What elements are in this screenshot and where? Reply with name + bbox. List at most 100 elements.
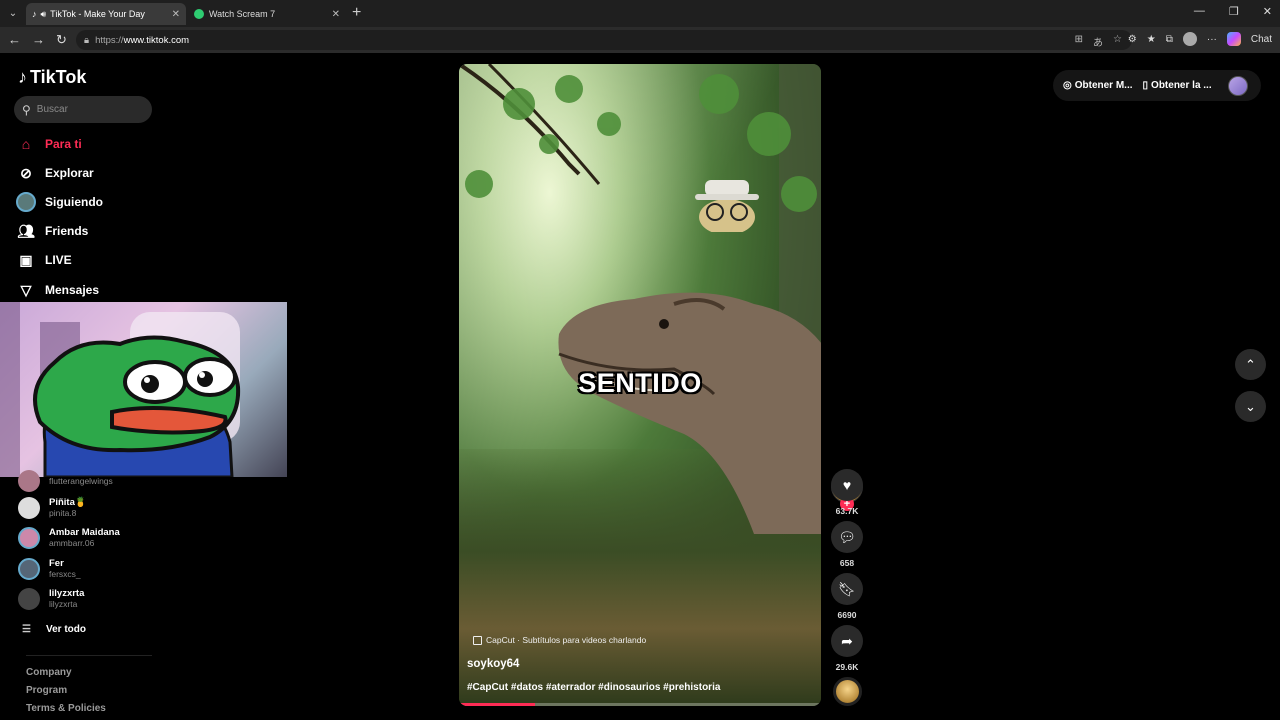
search-input[interactable]: ⚲ Buscar: [14, 96, 152, 123]
nav-para-ti[interactable]: ⌂ Para ti: [16, 133, 166, 155]
like-count: 63.7K: [835, 506, 859, 516]
url-input[interactable]: 🔒︎ https://www.tiktok.com: [76, 30, 1132, 50]
following-item[interactable]: Piñita🍍 pinita.8: [18, 497, 168, 519]
chat-label[interactable]: Chat: [1251, 34, 1272, 45]
browser-tab-bar: ⌄ ♪ 🔊︎ TikTok - Make Your Day ✕ Watch Sc…: [0, 0, 1280, 27]
video-caption-overlay: SENTIDO: [578, 368, 702, 398]
save-button[interactable]: 🔖︎: [831, 573, 863, 605]
nav-siguiendo[interactable]: Siguiendo: [16, 191, 166, 213]
nav-label: Siguiendo: [45, 195, 103, 209]
footer-link-program[interactable]: Program: [26, 685, 67, 696]
music-disc[interactable]: [833, 677, 862, 706]
tab-tiktok[interactable]: ♪ 🔊︎ TikTok - Make Your Day ✕: [26, 3, 186, 25]
nav-label: LIVE: [45, 253, 72, 267]
avatar: [18, 470, 40, 492]
following-username: pinita.8: [49, 508, 77, 518]
tiktok-favicon-icon: ♪: [32, 9, 37, 19]
home-icon: ⌂: [21, 136, 31, 152]
user-avatar[interactable]: [1227, 75, 1248, 96]
speaker-icon[interactable]: 🔊︎: [41, 9, 47, 20]
copilot-icon[interactable]: [1226, 32, 1241, 46]
collections-icon[interactable]: ⧉: [1166, 34, 1173, 45]
like-button[interactable]: ♥: [831, 469, 863, 501]
get-app-button[interactable]: ▯ Obtener la ...: [1143, 80, 1212, 91]
refresh-icon[interactable]: ↻: [56, 32, 67, 48]
avatar: [18, 558, 40, 580]
video-player[interactable]: SENTIDO CapCut · Subtítulos para videos …: [459, 64, 821, 706]
save-count: 6690: [837, 610, 857, 620]
following-item[interactable]: flutterangelwings: [18, 470, 168, 492]
following-name: Fer: [49, 558, 64, 569]
following-item[interactable]: Ambar Maidana ammbarr.06: [18, 527, 168, 549]
video-progress-bar[interactable]: [459, 703, 821, 706]
new-tab-button[interactable]: +: [352, 4, 361, 22]
following-avatar: [16, 192, 36, 212]
sidebar-divider: [26, 655, 152, 656]
capcut-link[interactable]: CapCut · Subtítulos para videos charland…: [473, 635, 646, 645]
nav-mensajes[interactable]: ▽ Mensajes: [16, 279, 166, 301]
avatar: [18, 588, 40, 610]
get-app-label: Obtener la ...: [1151, 80, 1212, 91]
tab-title: Watch Scream 7: [209, 9, 276, 19]
nav-live[interactable]: ▣ LIVE: [16, 249, 166, 271]
nav-label: Para ti: [45, 137, 82, 151]
chevron-down-icon: ⌄: [1245, 398, 1256, 414]
live-icon: ▣: [19, 251, 33, 268]
tab-list-button[interactable]: ⌄: [4, 4, 22, 22]
profile-avatar[interactable]: [1182, 32, 1197, 46]
tab-title: TikTok - Make Your Day: [50, 9, 145, 19]
brand-name: TikTok: [30, 67, 87, 87]
star-icon[interactable]: ☆: [1113, 34, 1122, 49]
coin-icon: ◎: [1063, 80, 1072, 91]
previous-video-button[interactable]: ⌃: [1235, 349, 1266, 380]
video-hashtags[interactable]: #CapCut #datos #aterrador #dinosaurios #…: [467, 682, 720, 693]
share-icon: ➦: [841, 632, 853, 649]
url-host: www.tiktok.com: [123, 34, 190, 46]
back-icon[interactable]: ←: [8, 32, 21, 47]
following-username: flutterangelwings: [49, 475, 113, 486]
tiktok-logo-icon: ♪: [18, 67, 27, 87]
nav-label: Explorar: [45, 166, 94, 180]
minimize-icon[interactable]: —: [1194, 5, 1205, 18]
apps-icon[interactable]: ⊞: [1075, 34, 1083, 49]
frog-avatar-image: [0, 302, 241, 477]
following-name: Piñita🍍: [49, 497, 87, 508]
search-placeholder: Buscar: [36, 104, 68, 115]
get-coins-label: Obtener M...: [1074, 80, 1133, 91]
close-tab-icon[interactable]: ✕: [172, 9, 180, 20]
share-button[interactable]: ➦: [831, 625, 863, 657]
video-progress-fill: [459, 703, 536, 706]
list-icon: ☰: [22, 624, 31, 635]
tab-scream[interactable]: Watch Scream 7 ✕: [188, 3, 346, 25]
footer-link-company[interactable]: Company: [26, 667, 72, 678]
compass-icon: ⊘: [20, 164, 32, 181]
comment-count: 658: [839, 558, 855, 568]
tiktok-page: ♪ TikTok ⚲ Buscar ⌂ Para ti ⊘ Explorar S…: [0, 53, 1280, 720]
video-author[interactable]: soykoy64: [467, 658, 519, 670]
following-name: Ambar Maidana: [49, 527, 120, 538]
heart-icon: ♥: [842, 477, 852, 493]
forward-icon[interactable]: →: [32, 32, 45, 47]
nav-friends[interactable]: 👥︎ Friends: [16, 220, 166, 242]
close-window-icon[interactable]: ✕: [1263, 5, 1272, 18]
footer-link-terms[interactable]: Terms & Policies: [26, 703, 106, 714]
close-tab-icon[interactable]: ✕: [332, 9, 340, 20]
restore-icon[interactable]: ❐: [1229, 5, 1239, 18]
comment-button[interactable]: 💬︎: [831, 521, 863, 553]
following-item[interactable]: Fer fersxcs_: [18, 558, 168, 580]
extensions-icon[interactable]: ⚙: [1128, 34, 1137, 45]
avatar: [18, 497, 40, 519]
favorites-icon[interactable]: ★: [1147, 34, 1156, 45]
friends-icon: 👥︎: [17, 222, 35, 239]
lock-icon: 🔒︎: [84, 34, 90, 46]
see-all-link[interactable]: ☰ Ver todo: [22, 624, 86, 635]
more-icon[interactable]: ···: [1207, 34, 1217, 45]
nav-explorar[interactable]: ⊘ Explorar: [16, 162, 166, 184]
next-video-button[interactable]: ⌄: [1235, 391, 1266, 422]
url-prefix: https://: [95, 34, 124, 46]
translate-icon[interactable]: あ: [1093, 34, 1103, 49]
chevron-up-icon: ⌃: [1245, 356, 1256, 372]
following-item[interactable]: lilyzxrta lilyzxrta: [18, 588, 168, 610]
get-coins-button[interactable]: ◎ Obtener M...: [1063, 80, 1133, 91]
tiktok-logo[interactable]: ♪ TikTok: [18, 67, 86, 88]
